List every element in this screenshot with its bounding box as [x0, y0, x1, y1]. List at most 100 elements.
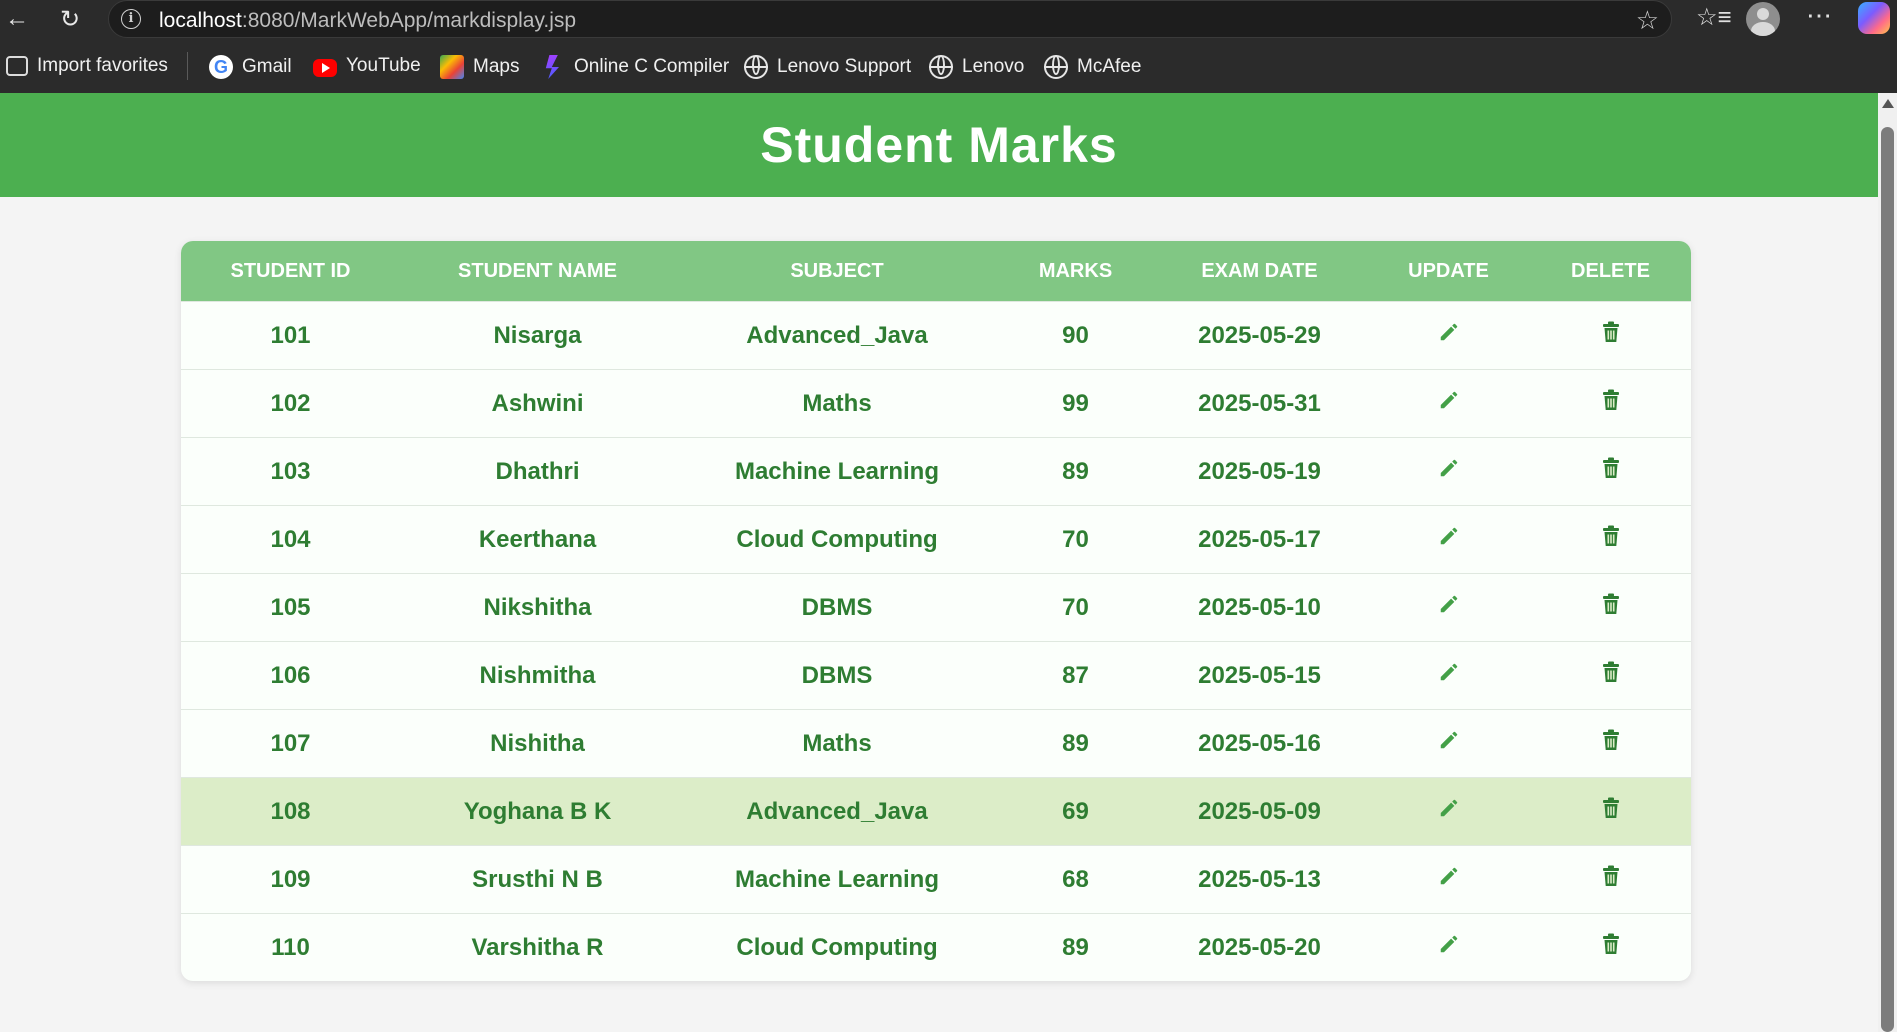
bookmark-label: Lenovo Support — [777, 56, 912, 77]
trash-icon[interactable] — [1602, 525, 1620, 554]
marks-cell: 68 — [999, 845, 1152, 914]
student-name-cell: Nisarga — [400, 301, 675, 370]
delete-cell — [1530, 505, 1691, 574]
column-header-delete: Delete — [1530, 241, 1691, 302]
table-row: 104 Keerthana Cloud Computing 70 2025-05-17 — [181, 505, 1691, 574]
student-id-cell: 107 — [181, 709, 400, 778]
exam-date-cell: 2025-05-15 — [1152, 641, 1367, 710]
trash-icon[interactable] — [1602, 865, 1620, 894]
update-cell — [1367, 369, 1530, 438]
bookmark-maps[interactable]: Maps — [440, 55, 519, 79]
delete-cell — [1530, 777, 1691, 846]
student-name-cell: Nikshitha — [400, 573, 675, 642]
trash-icon[interactable] — [1602, 797, 1620, 826]
exam-date-cell: 2025-05-20 — [1152, 913, 1367, 981]
update-cell — [1367, 505, 1530, 574]
bookmark-lenovo[interactable]: Lenovo — [929, 55, 1024, 79]
address-bar[interactable]: i localhost:8080/MarkWebApp/markdisplay.… — [108, 0, 1672, 38]
bookmark-label: McAfee — [1077, 56, 1142, 77]
student-id-cell: 102 — [181, 369, 400, 438]
more-options-icon[interactable]: ⋯ — [1806, 0, 1832, 31]
pencil-icon[interactable] — [1438, 933, 1460, 962]
gmail-icon — [209, 55, 233, 79]
student-name-cell: Ashwini — [400, 369, 675, 438]
column-header-marks: Marks — [999, 241, 1152, 302]
pencil-icon[interactable] — [1438, 457, 1460, 486]
marks-cell: 69 — [999, 777, 1152, 846]
profile-avatar[interactable] — [1746, 2, 1780, 36]
exam-date-cell: 2025-05-16 — [1152, 709, 1367, 778]
delete-cell — [1530, 641, 1691, 710]
bookmark-import-favorites[interactable]: Import favorites — [6, 55, 168, 77]
table-row: 102 Ashwini Maths 99 2025-05-31 — [181, 369, 1691, 438]
column-header-student-id: Student ID — [181, 241, 400, 302]
page-header: Student Marks — [0, 93, 1878, 197]
bookmark-label: Maps — [473, 56, 520, 77]
marks-table: Student ID Student Name Subject Marks Ex… — [181, 241, 1691, 981]
table-row: 109 Srusthi N B Machine Learning 68 2025-05-… — [181, 845, 1691, 914]
url-text[interactable]: localhost:8080/MarkWebApp/markdisplay.js… — [159, 9, 576, 33]
delete-cell — [1530, 437, 1691, 506]
exam-date-cell: 2025-05-17 — [1152, 505, 1367, 574]
url-host: localhost — [159, 9, 242, 32]
trash-icon[interactable] — [1602, 933, 1620, 962]
globe-icon — [1044, 55, 1068, 79]
table-row: 108 Yoghana B K Advanced_Java 69 2025-05-09 — [181, 777, 1691, 846]
subject-cell: Advanced_Java — [675, 301, 999, 370]
page-scrollbar[interactable] — [1878, 93, 1897, 1032]
pencil-icon[interactable] — [1438, 865, 1460, 894]
table-body: 101 Nisarga Advanced_Java 90 2025-05-29 102 As… — [181, 301, 1691, 981]
column-header-exam-date: Exam Date — [1152, 241, 1367, 302]
url-path: :8080/MarkWebApp/markdisplay.jsp — [241, 9, 577, 32]
favorites-list-icon[interactable]: ☆≡ — [1696, 3, 1732, 32]
favorite-star-icon[interactable]: ☆ — [1636, 5, 1659, 36]
scroll-up-arrow-icon[interactable] — [1882, 99, 1894, 108]
youtube-icon — [313, 58, 337, 77]
pencil-icon[interactable] — [1438, 593, 1460, 622]
update-cell — [1367, 845, 1530, 914]
pencil-icon[interactable] — [1438, 661, 1460, 690]
trash-icon[interactable] — [1602, 389, 1620, 418]
copilot-icon[interactable] — [1858, 2, 1890, 34]
bookmark-label: Lenovo — [962, 56, 1025, 77]
delete-cell — [1530, 913, 1691, 981]
subject-cell: Machine Learning — [675, 845, 999, 914]
globe-icon — [744, 55, 768, 79]
bookmark-mcafee[interactable]: McAfee — [1044, 55, 1141, 79]
pencil-icon[interactable] — [1438, 389, 1460, 418]
table-row: 106 Nishmitha DBMS 87 2025-05-15 — [181, 641, 1691, 710]
trash-icon[interactable] — [1602, 661, 1620, 690]
delete-cell — [1530, 301, 1691, 370]
bookmark-online-c-compiler[interactable]: Online C Compiler — [541, 55, 729, 79]
pencil-icon[interactable] — [1438, 525, 1460, 554]
pencil-icon[interactable] — [1438, 321, 1460, 350]
trash-icon[interactable] — [1602, 457, 1620, 486]
page-title: Student Marks — [760, 117, 1118, 173]
trash-icon[interactable] — [1602, 321, 1620, 350]
back-arrow-icon[interactable]: ← — [2, 4, 32, 34]
pencil-icon[interactable] — [1438, 729, 1460, 758]
update-cell — [1367, 709, 1530, 778]
bookmark-label: Gmail — [242, 56, 292, 77]
bookmark-label: Import favorites — [37, 55, 168, 76]
student-id-cell: 104 — [181, 505, 400, 574]
bookmark-gmail[interactable]: Gmail — [209, 55, 292, 79]
scrollbar-thumb[interactable] — [1881, 127, 1894, 1032]
pencil-icon[interactable] — [1438, 797, 1460, 826]
table-row: 110 Varshitha R Cloud Computing 89 2025-05-2… — [181, 913, 1691, 981]
exam-date-cell: 2025-05-19 — [1152, 437, 1367, 506]
update-cell — [1367, 777, 1530, 846]
site-info-icon[interactable]: i — [121, 9, 141, 29]
marks-cell: 70 — [999, 505, 1152, 574]
subject-cell: Maths — [675, 369, 999, 438]
subject-cell: Maths — [675, 709, 999, 778]
bookmark-lenovo-support[interactable]: Lenovo Support — [744, 55, 911, 79]
trash-icon[interactable] — [1602, 729, 1620, 758]
exam-date-cell: 2025-05-29 — [1152, 301, 1367, 370]
refresh-icon[interactable]: ↻ — [55, 4, 85, 34]
update-cell — [1367, 301, 1530, 370]
student-name-cell: Srusthi N B — [400, 845, 675, 914]
bookmark-youtube[interactable]: YouTube — [313, 55, 421, 77]
table-row: 101 Nisarga Advanced_Java 90 2025-05-29 — [181, 301, 1691, 370]
trash-icon[interactable] — [1602, 593, 1620, 622]
